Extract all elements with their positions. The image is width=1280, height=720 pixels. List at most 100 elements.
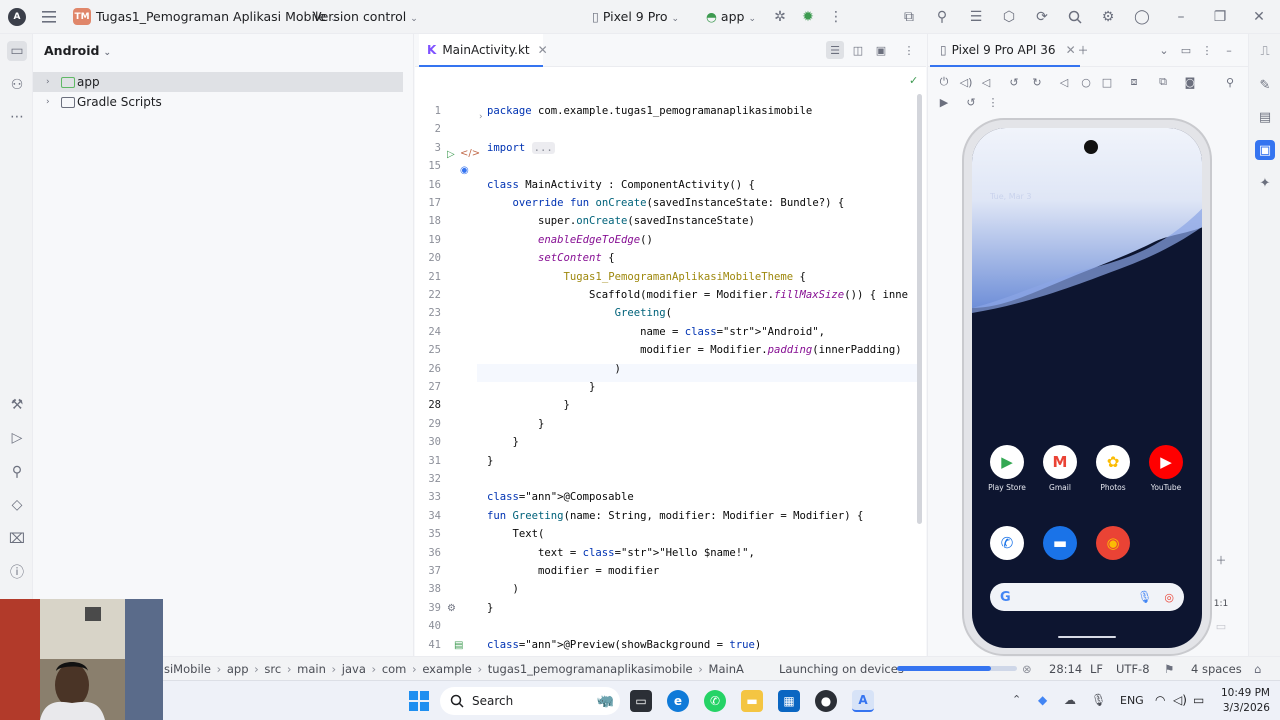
editor-scrollbar[interactable] bbox=[917, 94, 922, 524]
code-line[interactable]: } bbox=[487, 599, 493, 617]
minimize-panel-icon[interactable]: – bbox=[1220, 41, 1238, 59]
debug-icon[interactable]: ✹ bbox=[799, 8, 817, 26]
hector-icon[interactable]: ⚑ bbox=[1164, 662, 1174, 676]
layout-icon[interactable]: ▤ bbox=[1255, 107, 1275, 127]
search-icon[interactable] bbox=[1066, 8, 1084, 26]
close-tab-icon[interactable]: ✕ bbox=[538, 43, 548, 57]
toolbar-more-icon[interactable]: ⋮ bbox=[984, 93, 1002, 111]
resource-manager-icon[interactable]: ⚇ bbox=[7, 75, 27, 95]
caret-position[interactable]: 28:14 bbox=[1049, 662, 1082, 676]
problems-icon[interactable]: ⓘ bbox=[7, 562, 27, 582]
code-line[interactable]: enableEdgeToEdge() bbox=[487, 231, 653, 249]
zoom-ratio[interactable]: 1:1 bbox=[1212, 595, 1230, 613]
find-icon[interactable]: ⚲ bbox=[7, 462, 27, 482]
tray-copilot-icon[interactable]: ◆ bbox=[1038, 693, 1047, 707]
indent-setting[interactable]: 4 spaces bbox=[1191, 662, 1242, 676]
code-line[interactable]: ) bbox=[487, 360, 621, 378]
code-line[interactable]: ) bbox=[487, 580, 519, 598]
breadcrumb-item[interactable]: src bbox=[264, 662, 281, 676]
vcs-dropdown[interactable]: Version control ⌄ bbox=[313, 9, 418, 24]
code-line[interactable]: import ... bbox=[487, 139, 555, 157]
breadcrumb-item[interactable]: example bbox=[422, 662, 472, 676]
code-line[interactable]: override fun onCreate(savedInstanceState… bbox=[487, 194, 845, 212]
running-devices-icon[interactable]: ▣ bbox=[1255, 140, 1275, 160]
zoom-icon[interactable]: ⚲ bbox=[1221, 73, 1239, 91]
recording-app-icon[interactable]: ● bbox=[815, 690, 837, 712]
code-line[interactable]: Text( bbox=[487, 525, 545, 543]
volume-down-icon[interactable]: ◁ bbox=[977, 73, 995, 91]
editor-more-icon[interactable]: ⋮ bbox=[900, 41, 918, 59]
photos-icon[interactable]: ✿ bbox=[1096, 445, 1130, 479]
phone-icon[interactable]: ✆ bbox=[990, 526, 1024, 560]
rotate-left-icon[interactable]: ↺ bbox=[1005, 73, 1023, 91]
microphone-icon[interactable]: 🎙 bbox=[1137, 590, 1152, 604]
tray-language[interactable]: ENG bbox=[1120, 694, 1144, 707]
breadcrumb-item[interactable]: java bbox=[342, 662, 366, 676]
rotate-right-icon[interactable]: ↻ bbox=[1028, 73, 1046, 91]
taskbar-search[interactable]: Search 🦏 bbox=[440, 687, 620, 715]
tab-pixel-9-pro[interactable]: ▯ Pixel 9 Pro API 36 ✕ bbox=[930, 34, 1080, 67]
reset-icon[interactable]: ↺ bbox=[962, 93, 980, 111]
zoom-in-icon[interactable]: ＋ bbox=[1212, 551, 1230, 569]
fit-screen-icon[interactable]: ▭ bbox=[1212, 617, 1230, 635]
device-selector[interactable]: ▯ Pixel 9 Pro ⌄ bbox=[592, 9, 679, 24]
split-view-icon[interactable]: ◫ bbox=[849, 41, 867, 59]
windows-start-icon[interactable] bbox=[408, 690, 430, 712]
code-line[interactable]: package com.example.tugas1_pemogramanapl… bbox=[487, 102, 812, 120]
logcat-icon[interactable]: ☰ bbox=[967, 8, 985, 26]
breadcrumb-item[interactable]: main bbox=[297, 662, 326, 676]
project-tool-icon[interactable]: ▭ bbox=[7, 41, 27, 61]
override-gutter-icon[interactable]: ◉ bbox=[460, 165, 469, 176]
apply-changes-icon[interactable]: ✲ bbox=[771, 8, 789, 26]
volume-up-icon[interactable]: ◁) bbox=[957, 73, 975, 91]
battery-icon[interactable]: ▭ bbox=[1193, 693, 1204, 707]
design-view-icon[interactable]: ▣ bbox=[872, 41, 890, 59]
file-explorer-icon[interactable]: ▬ bbox=[741, 690, 763, 712]
sdk-manager-icon[interactable]: ⬡ bbox=[1000, 8, 1018, 26]
home-icon[interactable]: ○ bbox=[1077, 73, 1095, 91]
code-line[interactable]: name = class="str">"Android", bbox=[487, 323, 825, 341]
project-view-dropdown[interactable]: Android ⌄ bbox=[44, 43, 111, 58]
notifications-icon[interactable]: ⎍ bbox=[1255, 41, 1275, 61]
whatsapp-icon[interactable]: ✆ bbox=[704, 690, 726, 712]
tray-microphone-icon[interactable]: 🎙 bbox=[1091, 693, 1106, 707]
run-icon[interactable]: ▷ bbox=[7, 428, 27, 448]
power-icon[interactable]: ⏻ bbox=[935, 73, 953, 91]
code-line[interactable]: fun Greeting(name: String, modifier: Mod… bbox=[487, 507, 863, 525]
close-icon[interactable]: ✕ bbox=[1250, 8, 1268, 26]
account-icon[interactable]: ◯ bbox=[1133, 8, 1151, 26]
file-encoding[interactable]: UTF-8 bbox=[1116, 662, 1150, 676]
tree-item-gradle-scripts[interactable]: › Gradle Scripts bbox=[33, 92, 403, 112]
more-tools-icon[interactable]: ⋯ bbox=[7, 107, 27, 127]
code-line[interactable]: } bbox=[487, 433, 519, 451]
tray-clock[interactable]: 10:49 PM 3/3/2026 bbox=[1212, 686, 1270, 716]
background-task[interactable]: Launching on devices bbox=[779, 662, 904, 676]
code-line[interactable]: text = class="str">"Hello $name!", bbox=[487, 544, 755, 562]
screen-record-icon[interactable]: ▶ bbox=[935, 93, 953, 111]
code-view-icon[interactable]: ☰ bbox=[826, 41, 844, 59]
youtube-icon[interactable]: ▶ bbox=[1149, 445, 1183, 479]
lock-icon[interactable]: ⌂ bbox=[1254, 662, 1261, 676]
tree-item-app[interactable]: › app bbox=[33, 72, 403, 92]
code-line[interactable]: Tugas1_PemogramanAplikasiMobileTheme { bbox=[487, 268, 806, 286]
app-inspection-icon[interactable]: ⚲ bbox=[933, 8, 951, 26]
preview-gutter-icon[interactable]: ▤ bbox=[454, 640, 463, 651]
code-line[interactable]: class MainActivity : ComponentActivity()… bbox=[487, 176, 755, 194]
gesture-nav-bar[interactable] bbox=[1058, 636, 1116, 638]
code-line[interactable]: } bbox=[487, 415, 544, 433]
code-line[interactable]: Greeting( bbox=[487, 304, 672, 322]
code-line[interactable]: class="ann">@Composable bbox=[487, 488, 634, 506]
tab-main-activity[interactable]: K MainActivity.kt ✕ bbox=[419, 34, 548, 67]
logcat-tool-icon[interactable]: ⌧ bbox=[7, 529, 27, 549]
breadcrumb-item[interactable]: app bbox=[227, 662, 249, 676]
tray-cloud-icon[interactable]: ☁ bbox=[1064, 693, 1076, 707]
breadcrumb-item[interactable]: MainA bbox=[709, 662, 744, 676]
code-line[interactable]: } bbox=[487, 396, 570, 414]
ai-sparkle-icon[interactable]: ✦ bbox=[1255, 173, 1275, 193]
line-separator[interactable]: LF bbox=[1090, 662, 1103, 676]
code-line[interactable]: super.onCreate(savedInstanceState) bbox=[487, 212, 755, 230]
android-studio-taskbar-icon[interactable]: A bbox=[852, 690, 874, 712]
code-line[interactable]: class="ann">@Preview(showBackground = tr… bbox=[487, 636, 761, 654]
maximize-icon[interactable]: ❐ bbox=[1211, 8, 1229, 26]
code-line[interactable]: modifier = Modifier.padding(innerPadding… bbox=[487, 341, 902, 359]
